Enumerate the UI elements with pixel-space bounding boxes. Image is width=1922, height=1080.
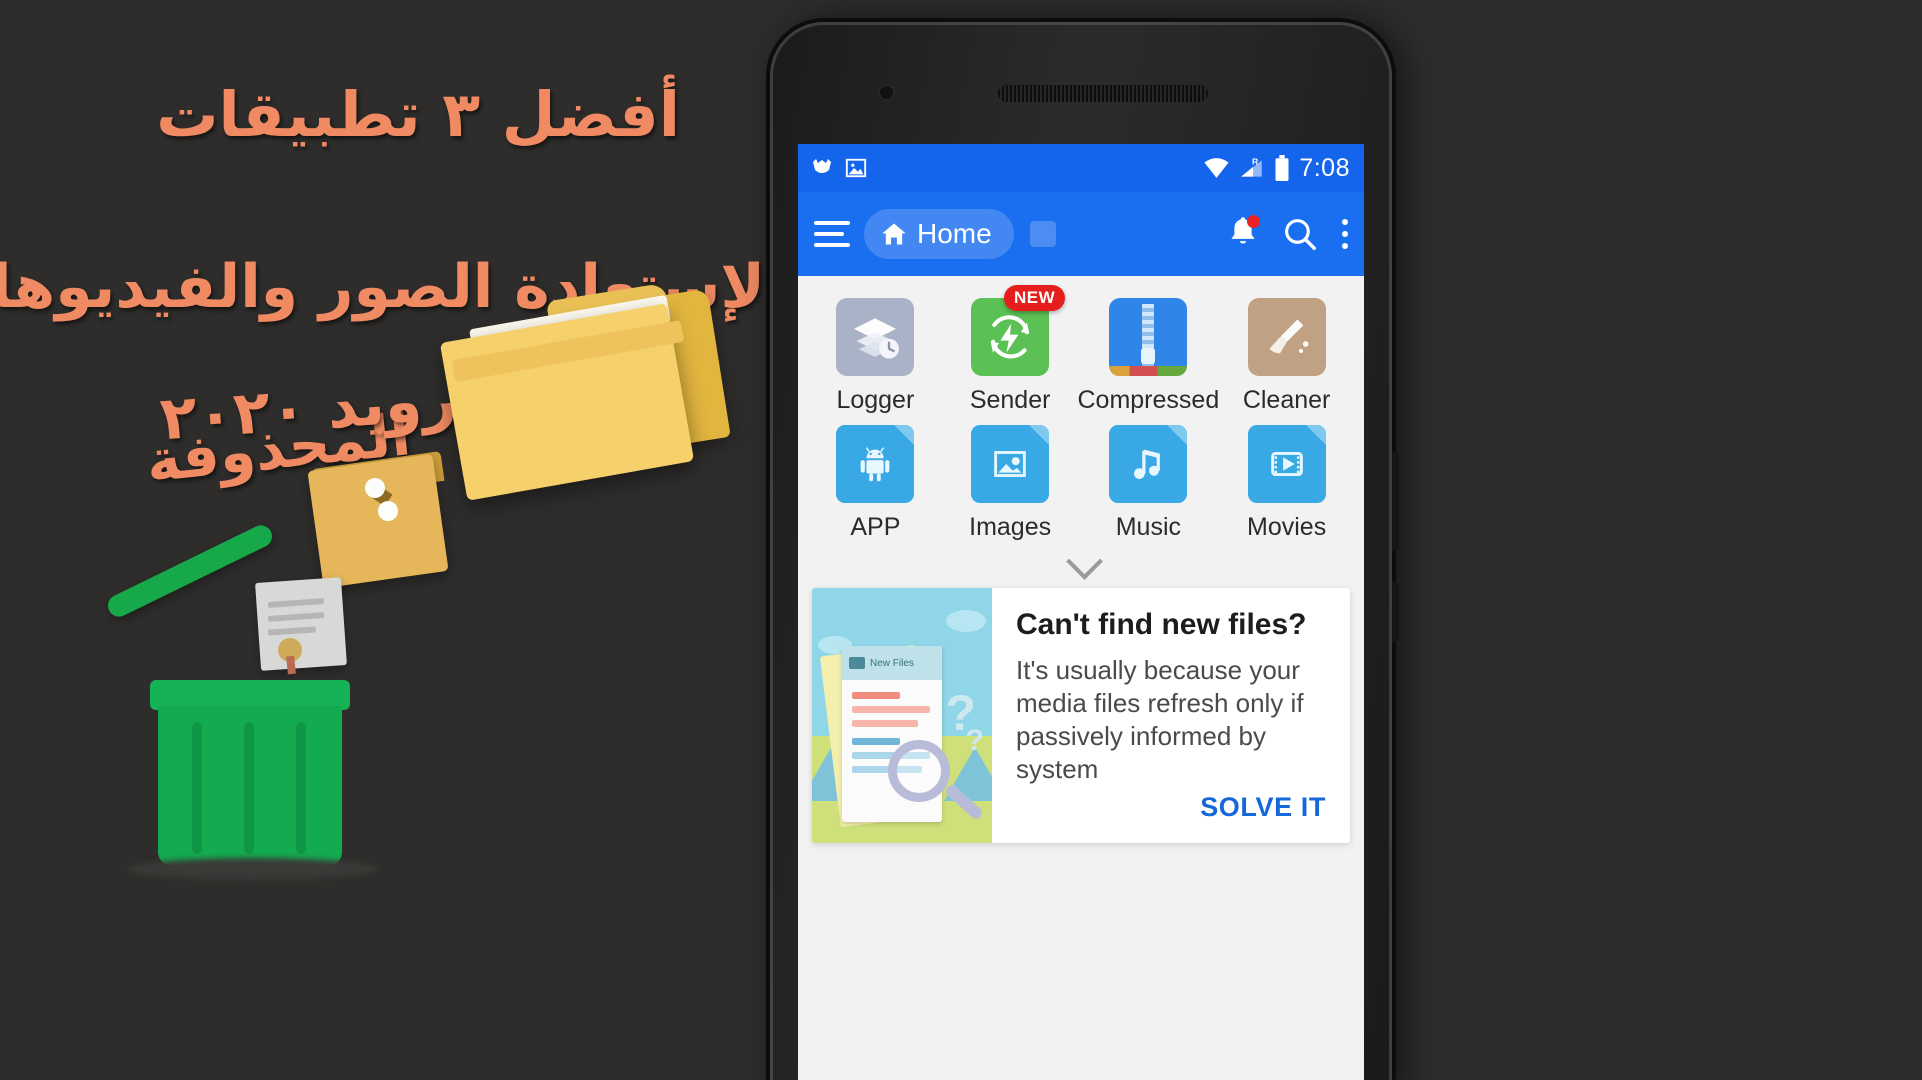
volume-button[interactable]: [1392, 452, 1399, 550]
status-bar-right-icons: R 7:08: [1203, 154, 1350, 183]
app-tile: [836, 425, 915, 503]
envelope-button-bottom-illustration: [378, 501, 398, 521]
grid-item-movies[interactable]: Movies: [1219, 425, 1354, 542]
status-bar-left-icons: [810, 156, 867, 180]
grid-label-app: APP: [850, 513, 901, 541]
music-file-icon: [1134, 449, 1161, 479]
promo-card[interactable]: New Files ? ? Can't find new files? It's…: [812, 588, 1350, 844]
grid-label-sender: Sender: [969, 386, 1051, 414]
tab-placeholder[interactable]: [1029, 221, 1056, 247]
document-illustration: [255, 577, 347, 671]
grid-item-cleaner[interactable]: Cleaner: [1219, 298, 1354, 415]
promo-art-label: New Files: [870, 657, 914, 669]
cloud-icon: [946, 610, 986, 632]
sender-tile: NEW: [971, 285, 1066, 376]
image-file-icon: [994, 451, 1026, 477]
tab-home-label: Home: [917, 218, 992, 249]
trash-rib-illustration: [244, 722, 254, 854]
grid-item-music[interactable]: Music: [1078, 425, 1220, 542]
zip-pull-icon: [1141, 348, 1156, 364]
trash-lid-illustration: [104, 521, 276, 621]
broom-icon: [1269, 319, 1309, 354]
app-bar: Home: [798, 192, 1364, 276]
compressed-tile: [1109, 298, 1188, 376]
tab-home[interactable]: Home: [864, 209, 1014, 259]
envelope-button-top-illustration: [365, 478, 385, 498]
solve-it-button[interactable]: SOLVE IT: [1198, 786, 1328, 829]
app-notification-icon: [813, 159, 831, 173]
grid-label-music: Music: [1115, 513, 1182, 541]
promo-card-text: It's usually because your media files re…: [1016, 655, 1304, 785]
envelope-illustration: [307, 453, 449, 589]
promo-card-illustration: New Files ? ?: [812, 588, 992, 844]
paper-row: [852, 720, 918, 727]
overflow-menu-icon[interactable]: [1342, 219, 1348, 249]
app-grid-section: Logger NEW Sender Compressed Cleaner APP…: [798, 276, 1364, 546]
app-bar-actions: [1228, 214, 1348, 253]
signal-roaming-icon: R: [1241, 157, 1263, 177]
trash-rib-illustration: [192, 722, 202, 854]
hamburger-icon[interactable]: [814, 221, 850, 247]
battery-icon: [1275, 155, 1289, 181]
paper-sheet-header: New Files: [842, 646, 942, 680]
svg-text:R: R: [1252, 157, 1259, 167]
grid-item-logger[interactable]: Logger: [808, 298, 943, 415]
app-grid: Logger NEW Sender Compressed Cleaner APP…: [808, 285, 1354, 542]
arabic-headline: أفضل ٣ تطبيقات لإستعادة الصور والفيديوها…: [0, 0, 880, 520]
status-bar: R 7:08: [798, 144, 1364, 192]
movie-file-icon: [1270, 452, 1303, 476]
chevron-down-icon[interactable]: [1066, 543, 1103, 580]
notification-bell-icon[interactable]: [1228, 214, 1260, 253]
earpiece-speaker: [998, 85, 1208, 102]
notification-badge-dot: [1247, 214, 1260, 228]
status-bar-clock: 7:08: [1299, 153, 1350, 182]
power-button[interactable]: [1392, 582, 1399, 642]
logger-tile: [836, 298, 915, 376]
transfer-bolt-icon: [990, 315, 1030, 359]
grid-item-sender[interactable]: NEW Sender: [943, 285, 1078, 415]
paper-row: [852, 692, 900, 699]
movies-tile: [1247, 425, 1326, 503]
phone-screen: R 7:08 Home Logger NEW Sender Compressed…: [798, 144, 1364, 1080]
grid-label-compressed: Compressed: [1077, 386, 1220, 414]
paper-row: [852, 738, 900, 745]
paper-row: [852, 706, 930, 713]
headline-line-1: أفضل ٣ تطبيقات: [156, 78, 680, 151]
promo-card-body: Can't find new files? It's usually becau…: [992, 588, 1350, 843]
image-notification-icon: [845, 158, 867, 178]
search-icon[interactable]: [1282, 216, 1318, 252]
phone-mockup: R 7:08 Home Logger NEW Sender Compressed…: [770, 22, 1399, 1080]
grid-label-images: Images: [969, 513, 1052, 541]
trash-shadow-illustration: [128, 858, 378, 880]
promo-card-title: Can't find new files?: [1016, 608, 1307, 641]
zip-base-stripe: [1109, 366, 1188, 376]
android-file-icon: [861, 447, 890, 482]
home-icon: [882, 223, 906, 245]
front-camera-icon: [878, 84, 895, 101]
question-mark-icon: ?: [965, 724, 984, 757]
folder-icon: [849, 657, 865, 669]
grid-item-compressed[interactable]: Compressed: [1077, 298, 1220, 415]
grid-label-movies: Movies: [1247, 513, 1327, 541]
sender-new-badge: NEW: [1003, 285, 1066, 311]
poster-canvas: أفضل ٣ تطبيقات لإستعادة الصور والفيديوها…: [0, 0, 1922, 1080]
expand-grid-row[interactable]: [798, 543, 1364, 588]
layers-clock-icon: [854, 318, 900, 359]
music-tile: [1109, 425, 1188, 503]
grid-label-cleaner: Cleaner: [1242, 386, 1331, 414]
trash-rib-illustration: [296, 722, 306, 854]
cleaner-tile: [1247, 298, 1326, 376]
images-tile: [971, 425, 1050, 503]
grid-item-images[interactable]: Images: [943, 425, 1078, 542]
wifi-icon: [1204, 158, 1229, 178]
grid-item-app[interactable]: APP: [808, 425, 943, 542]
magnifier-icon: [888, 740, 950, 802]
grid-label-logger: Logger: [836, 386, 915, 414]
